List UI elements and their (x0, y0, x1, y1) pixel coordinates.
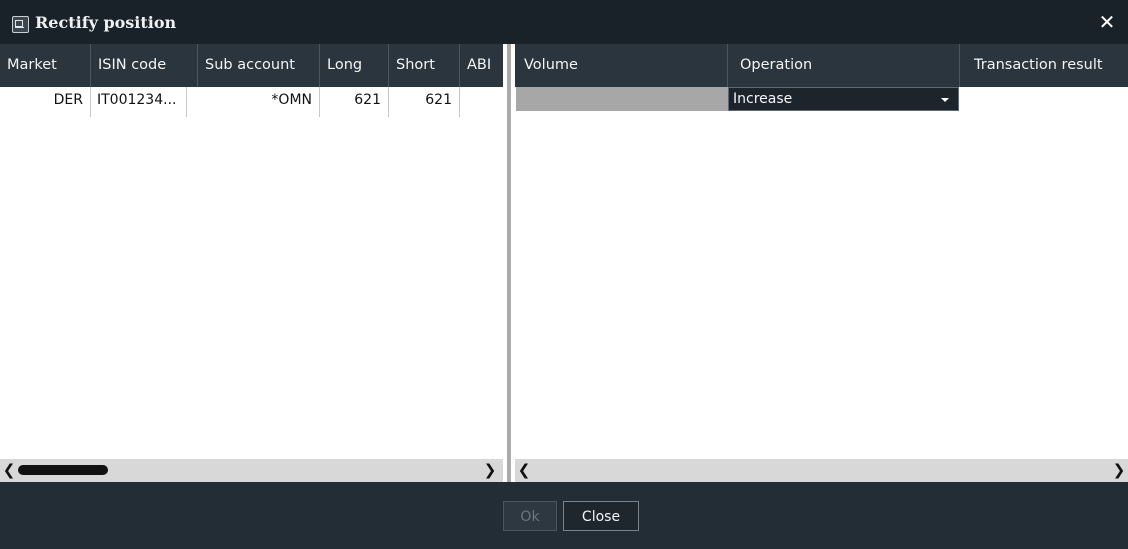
cell-market[interactable]: DER (0, 87, 91, 117)
pane-splitter[interactable] (503, 44, 515, 482)
cell-abi[interactable] (460, 87, 503, 117)
column-header-isin-code[interactable]: ISIN code (91, 44, 198, 87)
column-header-short[interactable]: Short (389, 44, 460, 87)
chevron-right-icon[interactable]: ❯ (1110, 459, 1128, 482)
chevron-right-icon[interactable]: ❯ (481, 459, 499, 482)
rectify-position-dialog: Rectify position ✕ Market ISIN code Sub … (0, 0, 1128, 549)
column-header-sub-account[interactable]: Sub account (198, 44, 320, 87)
dialog-title: Rectify position (35, 13, 177, 32)
title-bar: Rectify position ✕ (0, 0, 1128, 44)
right-table-header: Volume Operation Transaction result (515, 44, 1128, 87)
operation-dropdown[interactable]: Increase (728, 87, 959, 111)
column-header-transaction-result[interactable]: Transaction result (960, 44, 1128, 87)
operation-selected-value: Increase (733, 91, 793, 107)
column-header-operation[interactable]: Operation (728, 44, 960, 87)
cell-isin-code[interactable]: IT001234... (91, 87, 187, 117)
close-button[interactable]: Close (563, 501, 639, 531)
chevron-left-icon[interactable]: ❮ (0, 459, 18, 482)
cell-sub-account[interactable]: *OMN (187, 87, 320, 117)
cell-long[interactable]: 621 (320, 87, 389, 117)
left-horizontal-scrollbar[interactable]: ❮ ❯ (0, 459, 503, 482)
chevron-left-icon[interactable]: ❮ (515, 459, 533, 482)
scrollbar-thumb[interactable] (18, 465, 108, 475)
column-header-long[interactable]: Long (320, 44, 389, 87)
ok-button[interactable]: Ok (503, 501, 557, 531)
column-header-volume[interactable]: Volume (515, 44, 728, 87)
window-icon (12, 16, 29, 33)
chevron-down-icon (941, 98, 949, 102)
right-horizontal-scrollbar[interactable]: ❮ ❯ (515, 459, 1128, 482)
transaction-result-cell (959, 87, 1128, 111)
column-header-abi[interactable]: ABI (460, 44, 503, 87)
volume-input[interactable] (516, 87, 728, 111)
close-icon[interactable]: ✕ (1097, 11, 1117, 33)
left-table-header: Market ISIN code Sub account Long Short … (0, 44, 503, 87)
cell-short[interactable]: 621 (389, 87, 460, 117)
column-header-market[interactable]: Market (0, 44, 91, 87)
